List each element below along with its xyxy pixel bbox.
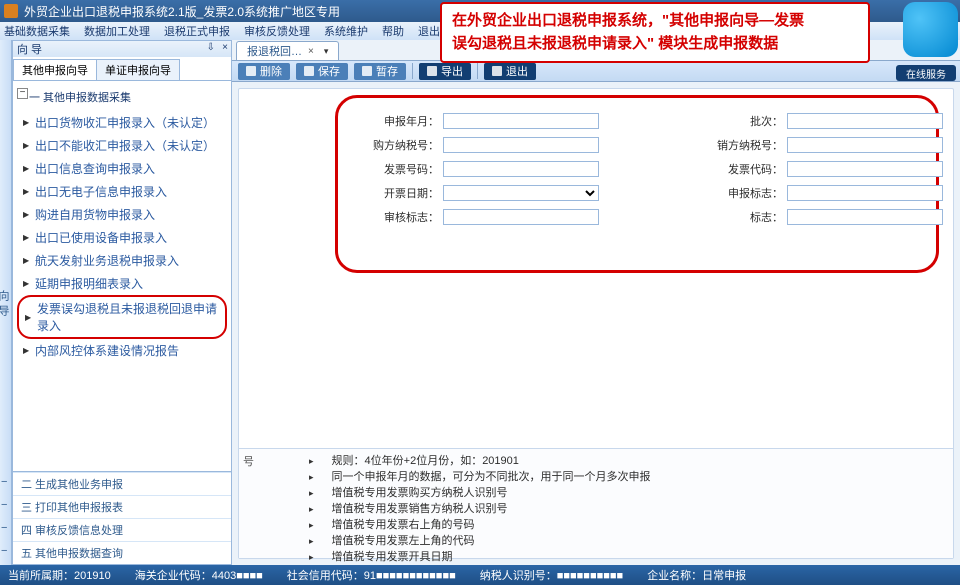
callout-line-1: 在外贸企业出口退税申报系统，"其他申报向导—发票 [452,10,858,33]
rule-0: 规则：4位年份+2位月份，如：201901 [309,453,651,469]
left-panel-title: 向 导 [17,41,42,57]
lbl-invno: 发票号码： [361,161,439,177]
rule-3: 增值税专用发票销售方纳税人识别号 [309,501,651,517]
lp-bottom-2[interactable]: 四 审核反馈信息处理 [13,518,231,541]
lp-bottom-0[interactable]: 二 生成其他业务申报 [13,472,231,495]
menu-declare[interactable]: 退税正式申报 [164,23,230,39]
tree-item-9[interactable]: 内部风控体系建设情况报告 [17,339,227,362]
input-buyer-tax[interactable] [443,137,599,153]
save-icon [304,66,314,76]
input-audit-flag[interactable] [443,209,599,225]
document-tab[interactable]: 报退税回… × [236,41,339,60]
tab-close-icon[interactable]: × [308,46,314,57]
status-bar: 当前所属期：201910 海关企业代码：4403■■■■ 社会信用代码：91■■… [0,565,960,585]
lp-tab-cert[interactable]: 单证申报向导 [96,59,180,80]
tree-item-3[interactable]: 出口无电子信息申报录入 [17,180,227,203]
menu-audit[interactable]: 审核反馈处理 [244,23,310,39]
pin-icon[interactable]: ⇩ [207,42,215,53]
tree-group-1[interactable]: 一 其他申报数据采集 [17,87,227,111]
lbl-flag: 标志： [705,209,783,225]
instruction-callout: 在外贸企业出口退税申报系统，"其他申报向导—发票 误勾退税且未报退税申请录入" … [440,2,870,63]
lbl-period: 申报年月： [361,113,439,129]
tree-item-4[interactable]: 购进自用货物申报录入 [17,203,227,226]
tree-item-5[interactable]: 出口已使用设备申报录入 [17,226,227,249]
menu-process[interactable]: 数据加工处理 [84,23,150,39]
lp-tab-other[interactable]: 其他申报向导 [13,59,97,80]
left-panel: 向 导 ⇩ × 其他申报向导 单证申报向导 一 其他申报数据采集 出口货物收汇申… [12,40,232,565]
stash-button[interactable]: 暂存 [354,63,406,80]
status-credit: 社会信用代码：91■■■■■■■■■■■■ [287,567,456,583]
toolbar-divider [412,63,413,79]
delete-button[interactable]: 删除 [238,63,290,80]
rules-pane: 号 规则：4位年份+2位月份，如：201901 同一个申报年月的数据，可分为不同… [239,448,953,558]
exit-button[interactable]: 退出 [484,63,536,80]
input-seller-tax[interactable] [787,137,943,153]
tree-item-8[interactable]: 发票误勾退税且未报退税回退申请录入 [19,297,225,337]
lbl-invcode: 发票代码： [705,161,783,177]
menu-exit[interactable]: 退出 [418,23,440,39]
close-icon[interactable]: × [222,42,228,53]
tree-item-6[interactable]: 航天发射业务退税申报录入 [17,249,227,272]
export-button[interactable]: 导出 [419,63,471,80]
tree-item-2[interactable]: 出口信息查询申报录入 [17,157,227,180]
tree-item-0[interactable]: 出口货物收汇申报录入（未认定） [17,111,227,134]
callout-line-2: 误勾退税且未报退税申请录入" 模块生成申报数据 [452,33,858,56]
status-tax: 纳税人识别号：■■■■■■■■■■ [480,567,623,583]
export-icon [427,66,437,76]
exit-icon [492,66,502,76]
save-button[interactable]: 保存 [296,63,348,80]
rule-2: 增值税专用发票购买方纳税人识别号 [309,485,651,501]
lbl-seller: 销方纳税号： [705,137,783,153]
trash-icon [246,66,256,76]
tree-item-1[interactable]: 出口不能收汇申报录入（未认定） [17,134,227,157]
app-title: 外贸企业出口退税申报系统2.1版_发票2.0系统推广地区专用 [24,3,340,20]
lbl-audit: 审核标志： [361,209,439,225]
nav-tree: 一 其他申报数据采集 出口货物收汇申报录入（未认定） 出口不能收汇申报录入（未认… [13,81,231,471]
toolbar-divider-2 [477,63,478,79]
app-icon [4,4,18,18]
main-area: 报退税回… × 删除 保存 暂存 导出 退出 申报年月： 购方纳税号： 发票号码… [232,40,960,565]
lbl-declflag: 申报标志： [705,185,783,201]
rule-5: 增值税专用发票左上角的代码 [309,533,651,549]
input-flag[interactable] [787,209,943,225]
lbl-date: 开票日期： [361,185,439,201]
status-customs: 海关企业代码：4403■■■■ [135,567,263,583]
input-declare-flag[interactable] [787,185,943,201]
input-batch[interactable] [787,113,943,129]
form-canvas: 申报年月： 购方纳税号： 发票号码： 开票日期： 审核标志： 批次： 销方纳税号… [238,88,954,559]
lock-icon [362,66,372,76]
lp-bottom-1[interactable]: 三 打印其他申报报表 [13,495,231,518]
mascot-icon [903,2,958,57]
online-service-badge[interactable]: 在线服务 [896,65,956,81]
rule-6: 增值税专用发票开具日期 [309,549,651,565]
tree-item-7[interactable]: 延期申报明细表录入 [17,272,227,295]
input-invoice-no[interactable] [443,161,599,177]
toolbar: 删除 保存 暂存 导出 退出 [232,60,960,82]
lp-bottom-nav: 二 生成其他业务申报 三 打印其他申报报表 四 审核反馈信息处理 五 其他申报数… [13,471,231,564]
menu-base[interactable]: 基础数据采集 [4,23,70,39]
rule-1: 同一个申报年月的数据，可分为不同批次，用于同一个月多次申报 [309,469,651,485]
input-invoice-code[interactable] [787,161,943,177]
input-period[interactable] [443,113,599,129]
input-invoice-date[interactable] [443,185,599,201]
document-tab-label: 报退税回… [247,43,302,59]
lbl-batch: 批次： [705,113,783,129]
lp-bottom-3[interactable]: 五 其他申报数据查询 [13,541,231,564]
menu-sys[interactable]: 系统维护 [324,23,368,39]
rules-col-header: 号 [243,453,254,469]
lbl-buyer: 购方纳税号： [361,137,439,153]
status-period: 当前所属期：201910 [8,567,111,583]
menu-help[interactable]: 帮助 [382,23,404,39]
rule-4: 增值税专用发票右上角的号码 [309,517,651,533]
status-name: 企业名称：日常申报 [647,567,746,583]
